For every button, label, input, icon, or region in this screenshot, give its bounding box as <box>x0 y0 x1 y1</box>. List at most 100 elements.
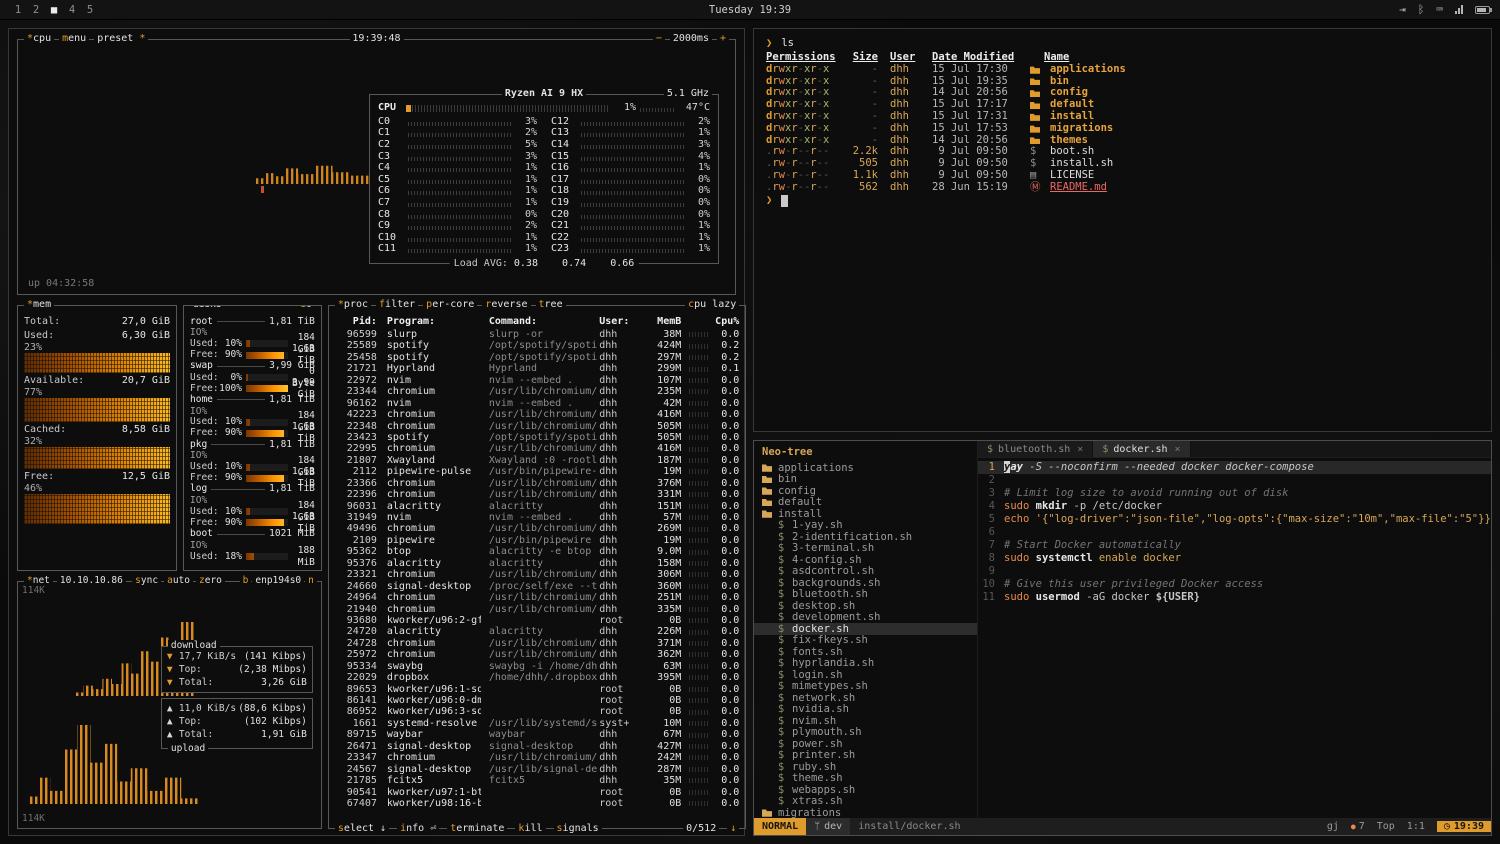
process-row[interactable]: 89715waybarwaybardhh67M0.0 <box>335 729 739 740</box>
process-row[interactable]: 21721HyprlandHyprlanddhh299M0.1 <box>335 363 739 374</box>
tree-item[interactable]: $hyprlandia.sh <box>754 658 977 670</box>
tree-item[interactable]: $printer.sh <box>754 750 977 762</box>
process-row[interactable]: 96031alacrittyalacrittydhh151M0.0 <box>335 501 739 512</box>
wifi-icon[interactable] <box>1455 5 1463 14</box>
tree-item[interactable]: $fonts.sh <box>754 646 977 658</box>
header-cpu[interactable]: Cpu% <box>711 316 739 328</box>
tree-item[interactable]: $4-config.sh <box>754 554 977 566</box>
process-row[interactable]: 24964chromium/usr/lib/chromium/dhh251M0.… <box>335 592 739 603</box>
process-row[interactable]: 86952kworker/u96:3-sdroot0B0.0 <box>335 706 739 717</box>
tree-item[interactable]: applications <box>754 462 977 474</box>
tree-item[interactable]: $theme.sh <box>754 773 977 785</box>
process-row[interactable]: 89653kworker/u96:1-sdroot0B0.0 <box>335 684 739 695</box>
process-row[interactable]: 21785fcitx5fcitx5dhh35M0.0 <box>335 775 739 786</box>
header-command[interactable]: Command: <box>481 316 597 328</box>
process-row[interactable]: 25972chromium/usr/lib/chromium/dhh362M0.… <box>335 649 739 660</box>
io-toggle-button[interactable]: io <box>297 305 314 311</box>
tree-item[interactable]: config <box>754 485 977 497</box>
process-row[interactable]: 21940chromium/usr/lib/chromium/dhh335M0.… <box>335 604 739 615</box>
auto-button[interactable]: auto <box>164 575 193 587</box>
menu-button[interactable]: menu <box>59 33 89 45</box>
prompt-line-2[interactable]: ❯ <box>766 195 1479 207</box>
process-row[interactable]: 49496chromium/usr/lib/chromium/dhh269M0.… <box>335 523 739 534</box>
tree-item[interactable]: $ruby.sh <box>754 761 977 773</box>
tree-item[interactable]: migrations <box>754 807 977 818</box>
scroll-down-icon[interactable]: ↓ <box>727 823 739 835</box>
terminate-action[interactable]: terminate <box>447 823 507 835</box>
process-row[interactable]: 31949nvimnvim --embed .dhh57M0.0 <box>335 512 739 523</box>
process-row[interactable]: 24660signal-desktop/proc/self/exe --tdhh… <box>335 581 739 592</box>
process-row[interactable]: 1661systemd-resolve/usr/lib/systemd/ssys… <box>335 718 739 729</box>
tree-item[interactable]: $login.sh <box>754 669 977 681</box>
process-row[interactable]: 2112pipewire-pulse/usr/bin/pipewire-dhh1… <box>335 466 739 477</box>
tree-item[interactable]: $1-yay.sh <box>754 520 977 532</box>
tree-item[interactable]: install <box>754 508 977 520</box>
sort-selector[interactable]: cpu lazy <box>685 299 739 311</box>
tree-item[interactable]: $nvim.sh <box>754 715 977 727</box>
tab-bluetooth.sh[interactable]: $bluetooth.sh× <box>978 441 1093 457</box>
process-row[interactable]: 23347chromium/usr/lib/chromium/dhh242M0.… <box>335 752 739 763</box>
logout-icon[interactable]: ⇥ <box>1399 3 1406 16</box>
process-row[interactable]: 25458spotify/opt/spotify/spotidhh297M0.2 <box>335 352 739 363</box>
prev-interface-button[interactable]: b <box>240 575 252 587</box>
code-area[interactable]: 1yay -S --noconfirm --needed docker dock… <box>978 458 1491 818</box>
header-memory[interactable]: MemB <box>639 316 681 328</box>
tree-item[interactable]: $mimetypes.sh <box>754 681 977 693</box>
tree-item[interactable]: $desktop.sh <box>754 600 977 612</box>
process-row[interactable]: 24567signal-desktop/usr/lib/signal-dedhh… <box>335 764 739 775</box>
tree-item[interactable]: $power.sh <box>754 738 977 750</box>
workspace-2[interactable]: 2 <box>28 4 44 16</box>
tree-item[interactable]: $xtras.sh <box>754 796 977 808</box>
process-row[interactable]: 23423spotify/opt/spotify/spotidhh505M0.0 <box>335 432 739 443</box>
tree-item[interactable]: $backgrounds.sh <box>754 577 977 589</box>
signals-action[interactable]: signals <box>554 823 602 835</box>
tree-item[interactable]: $3-terminal.sh <box>754 543 977 555</box>
process-row[interactable]: 2109pipewire/usr/bin/pipewiredhh19M0.0 <box>335 535 739 546</box>
tree-item[interactable]: $plymouth.sh <box>754 727 977 739</box>
bluetooth-icon[interactable]: ᛒ <box>1418 3 1425 16</box>
process-row[interactable]: 93680kworker/u96:2-gfroot0B0.0 <box>335 615 739 626</box>
preset-button[interactable]: preset * <box>94 33 148 45</box>
kill-action[interactable]: kill <box>515 823 545 835</box>
process-row[interactable]: 23366chromium/usr/lib/chromium/dhh376M0.… <box>335 478 739 489</box>
tree-item[interactable]: $webapps.sh <box>754 784 977 796</box>
process-row[interactable]: 95334swaybgswaybg -i /home/dhdhh63M0.0 <box>335 661 739 672</box>
process-row[interactable]: 24728chromium/usr/lib/chromium/dhh371M0.… <box>335 638 739 649</box>
process-row[interactable]: 95362btopalacritty -e btopdhh9.0M0.0 <box>335 546 739 557</box>
tree-item[interactable]: $network.sh <box>754 692 977 704</box>
workspace-1[interactable]: 1 <box>10 4 26 16</box>
tree-item[interactable]: bin <box>754 474 977 486</box>
close-icon[interactable]: × <box>1077 444 1083 455</box>
workspace-3[interactable]: ■ <box>46 4 62 16</box>
tab-docker.sh[interactable]: $docker.sh× <box>1093 441 1190 457</box>
tree-item[interactable]: $asdcontrol.sh <box>754 566 977 578</box>
header-user[interactable]: User: <box>597 316 639 328</box>
process-row[interactable]: 67407kworker/u98:16-broot0B0.0 <box>335 798 739 809</box>
process-row[interactable]: 21807XwaylandXwayland :0 -rootldhh187M0.… <box>335 455 739 466</box>
interval-plus-button[interactable]: + <box>717 33 729 45</box>
process-row[interactable]: 22995chromium/usr/lib/chromium/dhh416M0.… <box>335 443 739 454</box>
process-row[interactable]: 22348chromium/usr/lib/chromium/dhh505M0.… <box>335 421 739 432</box>
process-row[interactable]: 86141kworker/u96:0-dmroot0B0.0 <box>335 695 739 706</box>
tree-item[interactable]: $docker.sh <box>754 623 977 635</box>
tree-toggle[interactable]: tree <box>536 299 566 311</box>
tree-item[interactable]: $fix-fkeys.sh <box>754 635 977 647</box>
tree-item[interactable]: $development.sh <box>754 612 977 624</box>
select-action[interactable]: select ↓ <box>335 823 389 835</box>
workspace-5[interactable]: 5 <box>82 4 98 16</box>
keyboard-icon[interactable]: ⌨ <box>1436 3 1443 16</box>
process-row[interactable]: 96162nvimnvim --embed .dhh42M0.0 <box>335 398 739 409</box>
close-icon[interactable]: × <box>1175 444 1181 455</box>
process-row[interactable]: 22972nvimnvim --embed .dhh107M0.0 <box>335 375 739 386</box>
process-row[interactable]: 23321chromium/usr/lib/chromium/dhh306M0.… <box>335 569 739 580</box>
process-row[interactable]: 24720alacrittyalacrittydhh226M0.0 <box>335 626 739 637</box>
header-pid[interactable]: Pid: <box>335 316 377 328</box>
process-row[interactable]: 22029dropbox/home/dhh/.dropboxdhh395M0.0 <box>335 672 739 683</box>
process-row[interactable]: 23344chromium/usr/lib/chromium/dhh235M0.… <box>335 386 739 397</box>
process-row[interactable]: 90541kworker/u97:1-btroot0B0.0 <box>335 787 739 798</box>
process-row[interactable]: 95376alacrittyalacrittydhh158M0.0 <box>335 558 739 569</box>
process-row[interactable]: 42223chromium/usr/lib/chromium/dhh416M0.… <box>335 409 739 420</box>
interval-minus-button[interactable]: − <box>653 33 665 45</box>
process-row[interactable]: 25589spotify/opt/spotify/spotidhh424M0.2 <box>335 340 739 351</box>
header-program[interactable]: Program: <box>377 316 481 328</box>
